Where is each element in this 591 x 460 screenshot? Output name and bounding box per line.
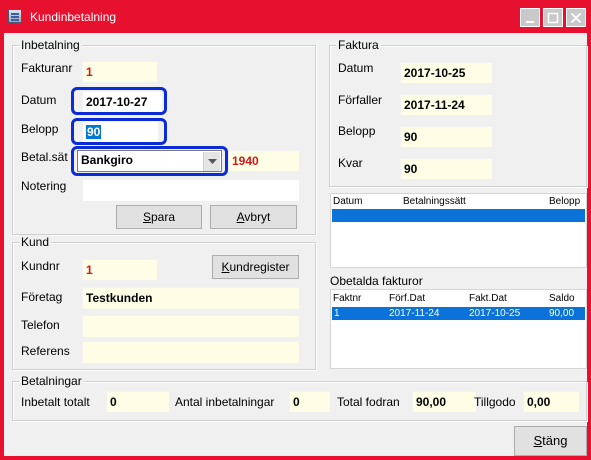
avbryt-label-rest: vbryt (244, 210, 271, 224)
maximize-button[interactable] (543, 8, 563, 27)
faktura-datum-field[interactable]: 2017-10-25 (400, 62, 492, 83)
chevron-down-icon (207, 158, 217, 164)
betalningar-group: Betalningar Inbetalt totalt 0 Antal inbe… (12, 374, 587, 421)
avbryt-button[interactable]: Avbryt (210, 205, 297, 229)
minimize-button[interactable] (520, 8, 540, 27)
app-window: Kundinbetalning Inbetalning Fakturanr 1 … (0, 0, 591, 460)
client-area: Inbetalning Fakturanr 1 Datum 2017-10-27… (4, 33, 587, 456)
obetalda-col-faktnr[interactable]: Faktnr (333, 293, 361, 305)
betalsatt-dropdown[interactable]: Bankgiro (77, 150, 222, 172)
foretag-field[interactable]: Testkunden (82, 287, 299, 309)
telefon-field[interactable] (82, 315, 299, 337)
dropdown-arrow-button[interactable] (203, 152, 220, 171)
tillgodo-field[interactable]: 0,00 (523, 391, 579, 412)
notering-label: Notering (21, 179, 67, 193)
referens-label: Referens (21, 344, 70, 358)
stang-accelerator: S (533, 433, 543, 448)
payments-col-betalningssatt[interactable]: Betalningssätt (403, 196, 466, 208)
window-title: Kundinbetalning (30, 10, 117, 24)
belopp-field[interactable]: 90 (82, 121, 158, 142)
antal-label: Antal inbetalningar (175, 395, 275, 409)
total-fodran-field[interactable]: 90,00 (412, 391, 476, 412)
referens-field[interactable] (82, 341, 299, 363)
payments-selected-row[interactable] (332, 209, 585, 222)
payments-col-datum[interactable]: Datum (333, 196, 362, 208)
forfaller-field[interactable]: 2017-11-24 (400, 94, 492, 115)
close-icon (570, 12, 582, 23)
kund-group: Kund Kundnr 1 Kundregister Företag Testk… (12, 235, 316, 370)
inbetalt-field[interactable]: 0 (106, 391, 169, 412)
faktura-group-title: Faktura (336, 38, 381, 52)
faktura-datum-label: Datum (338, 61, 374, 75)
kund-group-title: Kund (19, 235, 52, 249)
app-form-icon (8, 9, 22, 23)
forfaller-label: Förfaller (338, 93, 383, 107)
betalsatt-code-field[interactable]: 1940 (228, 150, 299, 171)
row-faktnr: 1 (334, 308, 340, 319)
row-fakt-dat: 2017-10-25 (469, 308, 521, 319)
obetalda-col-forfdat[interactable]: Förf.Dat (389, 293, 425, 305)
belopp-label: Belopp (21, 122, 59, 136)
betalningar-group-title: Betalningar (19, 374, 84, 388)
spara-button[interactable]: Spara (116, 205, 202, 229)
kundnr-field[interactable]: 1 (82, 259, 157, 280)
inbetalt-label: Inbetalt totalt (21, 395, 90, 409)
foretag-label: Företag (21, 290, 63, 304)
betalsatt-label: Betal.sät (21, 150, 68, 164)
fakturanr-field[interactable]: 1 (82, 61, 157, 82)
title-bar[interactable]: Kundinbetalning (0, 0, 591, 33)
row-saldo: 90,00 (549, 308, 575, 319)
inbetalning-group: Inbetalning Fakturanr 1 Datum 2017-10-27… (12, 38, 316, 235)
obetalda-col-faktdat[interactable]: Fakt.Dat (469, 293, 507, 305)
belopp-selected-text: 90 (86, 125, 102, 139)
obetalda-col-saldo[interactable]: Saldo (549, 293, 575, 305)
kundregister-button[interactable]: Kundregister (212, 255, 299, 279)
kundnr-label: Kundnr (21, 259, 60, 273)
tillgodo-label: Tillgodo (474, 395, 516, 409)
faktura-group: Faktura Datum 2017-10-25 Förfaller 2017-… (329, 38, 587, 187)
spara-label-rest: para (150, 210, 176, 224)
kvar-field[interactable]: 90 (400, 158, 492, 179)
payments-list[interactable]: Datum Betalningssätt Belopp (330, 193, 587, 268)
fakturanr-label: Fakturanr (21, 61, 73, 75)
datum-field[interactable]: 2017-10-27 (82, 91, 162, 112)
spara-accelerator: S (142, 210, 151, 224)
maximize-icon (547, 12, 559, 23)
stang-button[interactable]: Stäng (514, 426, 587, 456)
stang-label-rest: täng (542, 433, 568, 448)
kvar-label: Kvar (338, 156, 363, 170)
row-forf-dat: 2017-11-24 (389, 308, 440, 319)
datum-label: Datum (21, 93, 57, 107)
obetalda-list[interactable]: Faktnr Förf.Dat Fakt.Dat Saldo 1 2017-11… (330, 289, 587, 369)
faktura-belopp-label: Belopp (338, 124, 376, 138)
obetalda-title: Obetalda fakturor (330, 274, 423, 288)
faktura-belopp-field[interactable]: 90 (400, 126, 492, 147)
total-fodran-label: Total fodran (337, 395, 400, 409)
notering-field[interactable] (82, 179, 299, 201)
kundregister-label-rest: undregister (229, 260, 290, 274)
telefon-label: Telefon (21, 318, 60, 332)
antal-field[interactable]: 0 (289, 391, 330, 412)
payments-col-belopp[interactable]: Belopp (549, 196, 580, 208)
inbetalning-group-title: Inbetalning (19, 38, 82, 52)
betalsatt-selected-value: Bankgiro (81, 153, 134, 167)
minimize-icon (526, 20, 534, 23)
close-button[interactable] (566, 8, 586, 27)
table-row[interactable]: 1 2017-11-24 2017-10-25 90,00 (332, 307, 585, 320)
